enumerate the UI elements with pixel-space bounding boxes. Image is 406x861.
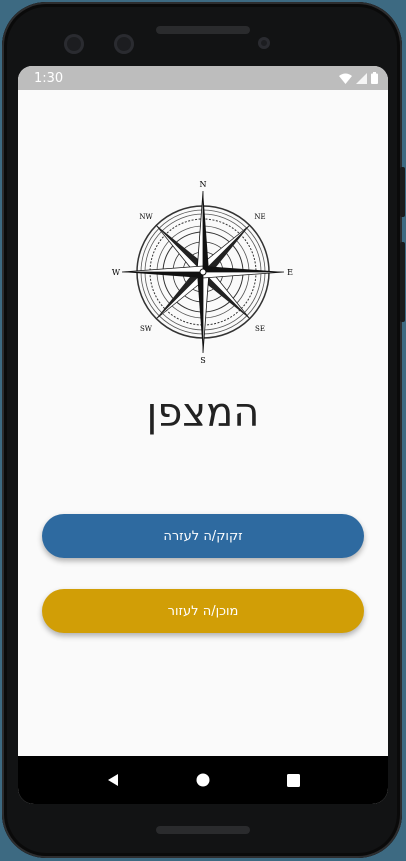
home-icon[interactable]	[196, 773, 210, 787]
battery-icon	[371, 72, 378, 84]
recents-icon[interactable]	[286, 773, 300, 787]
compass-label-n: N	[200, 180, 207, 189]
compass-label-sw: SW	[140, 325, 153, 333]
screen: 1:30 N S E W NE SE SW NW המצפן זקוק/ה לע…	[18, 66, 388, 804]
ready-to-help-button[interactable]: מוכן/ה לעזור	[42, 589, 364, 633]
signal-icon	[356, 72, 367, 84]
compass-label-e: E	[287, 268, 293, 277]
app-title: המצפן	[146, 390, 260, 436]
phone-frame: 1:30 N S E W NE SE SW NW המצפן זקוק/ה לע…	[2, 2, 405, 858]
front-sensor	[114, 34, 134, 54]
power-button	[400, 167, 405, 217]
compass-label-nw: NW	[139, 213, 153, 221]
bottom-speaker	[156, 826, 250, 834]
compass-label-ne: NE	[254, 213, 265, 221]
need-help-button[interactable]: זקוק/ה לעזרה	[42, 514, 364, 558]
proximity-sensor	[258, 37, 270, 49]
top-speaker	[156, 26, 250, 34]
compass-label-se: SE	[255, 325, 265, 333]
compass-rose-icon: N S E W NE SE SW NW	[112, 180, 293, 365]
compass-label-s: S	[200, 356, 205, 365]
compass-label-w: W	[112, 268, 121, 277]
main-content: N S E W NE SE SW NW המצפן זקוק/ה לעזרה מ…	[18, 90, 388, 756]
wifi-icon	[339, 73, 352, 84]
front-camera	[64, 34, 84, 54]
status-time: 1:30	[34, 70, 64, 86]
back-icon[interactable]	[106, 773, 120, 787]
status-bar: 1:30	[18, 66, 388, 90]
volume-button	[400, 242, 405, 322]
navigation-bar	[18, 756, 388, 804]
